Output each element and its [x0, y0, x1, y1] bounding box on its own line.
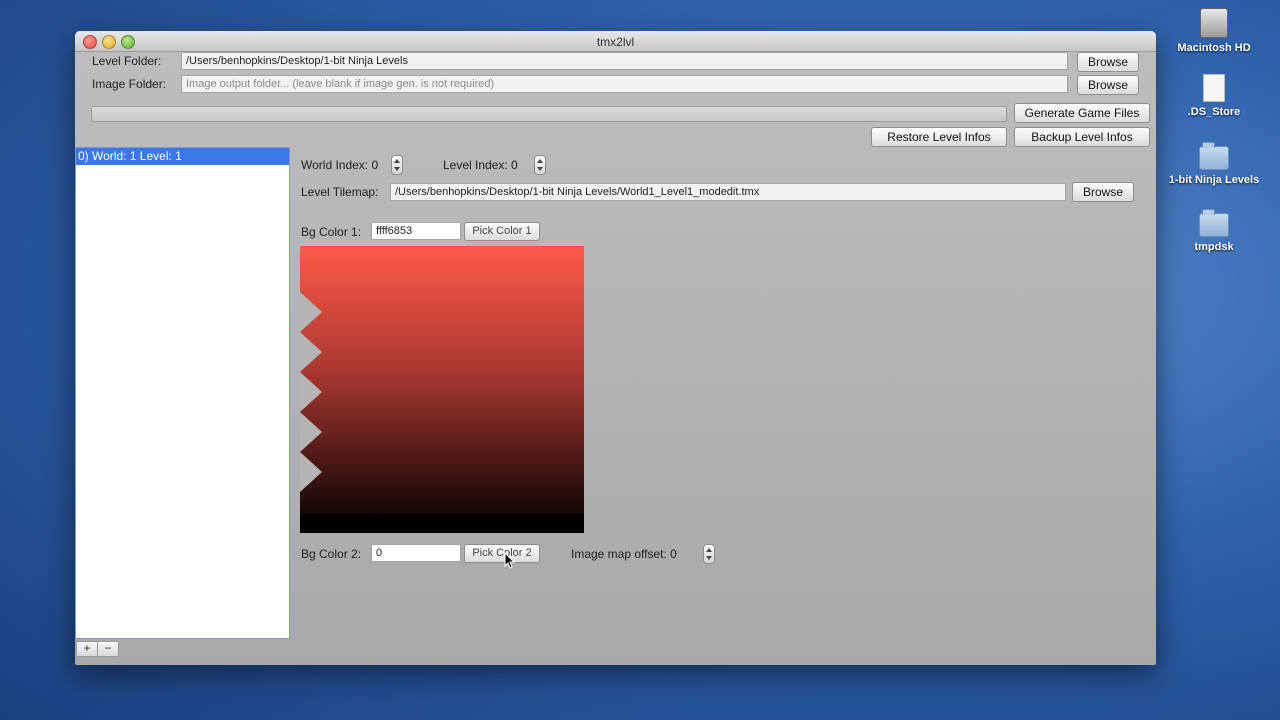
folder-icon [1199, 142, 1229, 170]
remove-level-button[interactable]: − [97, 641, 119, 657]
level-tilemap-field[interactable]: /Users/benhopkins/Desktop/1-bit Ninja Le… [390, 183, 1066, 201]
title-bar[interactable]: tmx2lvl [75, 31, 1156, 52]
desktop-icon-tmpdsk[interactable]: tmpdsk [1159, 209, 1269, 253]
file-icon [1203, 74, 1225, 102]
list-item[interactable]: 0) World: 1 Level: 1 [76, 148, 289, 165]
level-tilemap-browse-button[interactable]: Browse [1072, 182, 1134, 202]
level-list[interactable]: 0) World: 1 Level: 1 [75, 147, 290, 639]
level-preview-image [300, 246, 584, 533]
desktop-icon-macintosh-hd[interactable]: Macintosh HD [1159, 8, 1269, 54]
desktop-icon-label: tmpdsk [1194, 241, 1234, 253]
pick-color-2-button[interactable]: Pick Color 2 [464, 544, 540, 563]
desktop-icon-label: .DS_Store [1187, 106, 1241, 118]
desktop-icon-label: Macintosh HD [1177, 42, 1251, 54]
bg-color-1-label: Bg Color 1: [301, 225, 362, 239]
level-tilemap-label: Level Tilemap: [301, 185, 379, 199]
folder-icon [1199, 209, 1229, 237]
bg-color-2-field[interactable]: 0 [371, 544, 461, 562]
bg-color-2-label: Bg Color 2: [301, 547, 362, 561]
world-index-label: World Index: 0 [301, 158, 379, 172]
generate-game-files-button[interactable]: Generate Game Files [1014, 103, 1150, 123]
bg-color-1-field[interactable]: ffff6853 [371, 222, 461, 240]
restore-level-infos-button[interactable]: Restore Level Infos [871, 127, 1007, 147]
level-folder-label: Level Folder: [92, 54, 162, 68]
add-level-button[interactable]: + [76, 641, 98, 657]
image-map-offset-label: Image map offset: 0 [571, 547, 677, 561]
desktop-icon-label: 1-bit Ninja Levels [1168, 174, 1260, 186]
mouse-cursor-icon [504, 552, 516, 569]
level-folder-browse-button[interactable]: Browse [1077, 52, 1139, 72]
world-index-stepper[interactable] [391, 155, 403, 175]
window-title: tmx2lvl [596, 35, 635, 49]
backup-level-infos-button[interactable]: Backup Level Infos [1014, 127, 1150, 147]
desktop-icon-ds-store[interactable]: .DS_Store [1159, 74, 1269, 118]
generation-progress-bar [91, 106, 1007, 122]
image-folder-browse-button[interactable]: Browse [1077, 75, 1139, 95]
desktop-icon-ninja-levels[interactable]: 1-bit Ninja Levels [1159, 142, 1269, 186]
app-window: tmx2lvl Level Folder: /Users/benhopkins/… [75, 31, 1156, 665]
level-index-stepper[interactable] [534, 155, 546, 175]
image-folder-field[interactable]: Image output folder... (leave blank if i… [181, 75, 1068, 93]
level-index-label: Level Index: 0 [443, 158, 518, 172]
image-folder-label: Image Folder: [92, 77, 167, 91]
hard-drive-icon [1200, 8, 1228, 38]
level-folder-field[interactable]: /Users/benhopkins/Desktop/1-bit Ninja Le… [181, 52, 1068, 70]
pick-color-1-button[interactable]: Pick Color 1 [464, 222, 540, 241]
image-map-offset-stepper[interactable] [703, 544, 715, 564]
